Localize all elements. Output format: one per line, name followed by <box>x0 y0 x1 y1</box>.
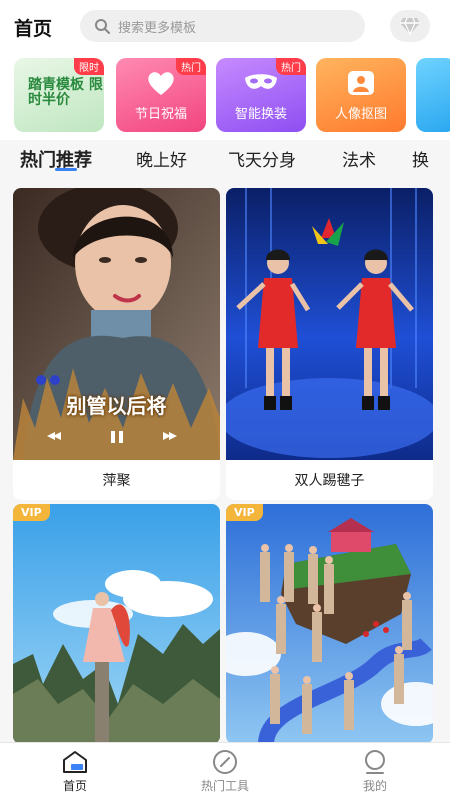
nav-label: 首页 <box>62 779 87 793</box>
template-name: 萍聚 <box>102 473 131 489</box>
template-thumbnail <box>13 188 220 460</box>
tab-flying-clone[interactable]: 飞天分身 <box>228 146 296 171</box>
nav-profile[interactable]: 我的 <box>300 743 450 800</box>
active-tab-indicator <box>55 168 77 171</box>
home-icon <box>61 749 89 775</box>
template-thumbnail <box>226 188 433 460</box>
template-name: 双人踢毽子 <box>294 473 365 489</box>
vip-button[interactable] <box>390 10 430 42</box>
search-icon <box>95 19 110 34</box>
hot-tag: 热门 <box>176 58 206 75</box>
category-label: 人像抠图 <box>334 107 387 122</box>
heart-icon <box>143 70 179 96</box>
compass-icon <box>211 749 239 775</box>
tab-bar: 热门推荐 晚上好 飞天分身 法术 换 <box>0 140 450 180</box>
profile-icon <box>361 749 389 775</box>
mask-icon <box>243 70 279 96</box>
template-card[interactable]: VIP <box>13 504 220 744</box>
search-bar[interactable]: 搜索更多模板 <box>80 10 365 42</box>
hot-tag: 热门 <box>276 58 306 75</box>
lyric-caption: 别管以后将 <box>66 394 167 418</box>
bottom-nav: 首页 热门工具 我的 <box>0 742 450 800</box>
category-label: 踏青模板 限时半价 <box>28 77 103 108</box>
template-thumbnail <box>13 504 220 744</box>
portrait-icon <box>343 70 379 96</box>
template-card[interactable]: 双人踢毽子 <box>226 188 433 500</box>
tab-swap[interactable]: 换 <box>412 146 429 171</box>
nav-label: 热门工具 <box>200 779 249 793</box>
category-festival-blessing[interactable]: 节日祝福 热门 <box>116 58 206 132</box>
category-label: 节日祝福 <box>134 107 187 122</box>
tab-magic[interactable]: 法术 <box>342 146 376 171</box>
category-smart-outfit[interactable]: 智能换装 热门 <box>216 58 306 132</box>
nav-hot-tools[interactable]: 热门工具 <box>150 743 300 800</box>
limited-tag: 限时 <box>74 58 104 75</box>
template-thumbnail <box>226 504 433 744</box>
category-strip: 踏青模板 限时半价 限时 节日祝福 热门 智能换装 热门 人像抠图 <box>0 54 450 140</box>
category-label: 智能换装 <box>234 107 287 122</box>
search-placeholder: 搜索更多模板 <box>118 20 197 36</box>
vip-badge: VIP <box>226 504 263 521</box>
nav-label: 我的 <box>362 779 387 793</box>
template-card[interactable]: 别管以后将 萍聚 <box>13 188 220 500</box>
vip-badge: VIP <box>13 504 50 521</box>
nav-home[interactable]: 首页 <box>0 743 150 800</box>
tab-good-evening[interactable]: 晚上好 <box>136 146 187 171</box>
top-bar: 首页 搜索更多模板 <box>0 0 450 54</box>
diamond-icon <box>400 17 420 35</box>
category-spring-template[interactable]: 踏青模板 限时半价 限时 <box>14 58 104 132</box>
category-more[interactable] <box>416 58 450 132</box>
template-card[interactable]: VIP <box>226 504 433 744</box>
page-title: 首页 <box>14 17 53 40</box>
category-portrait-cutout[interactable]: 人像抠图 <box>316 58 406 132</box>
